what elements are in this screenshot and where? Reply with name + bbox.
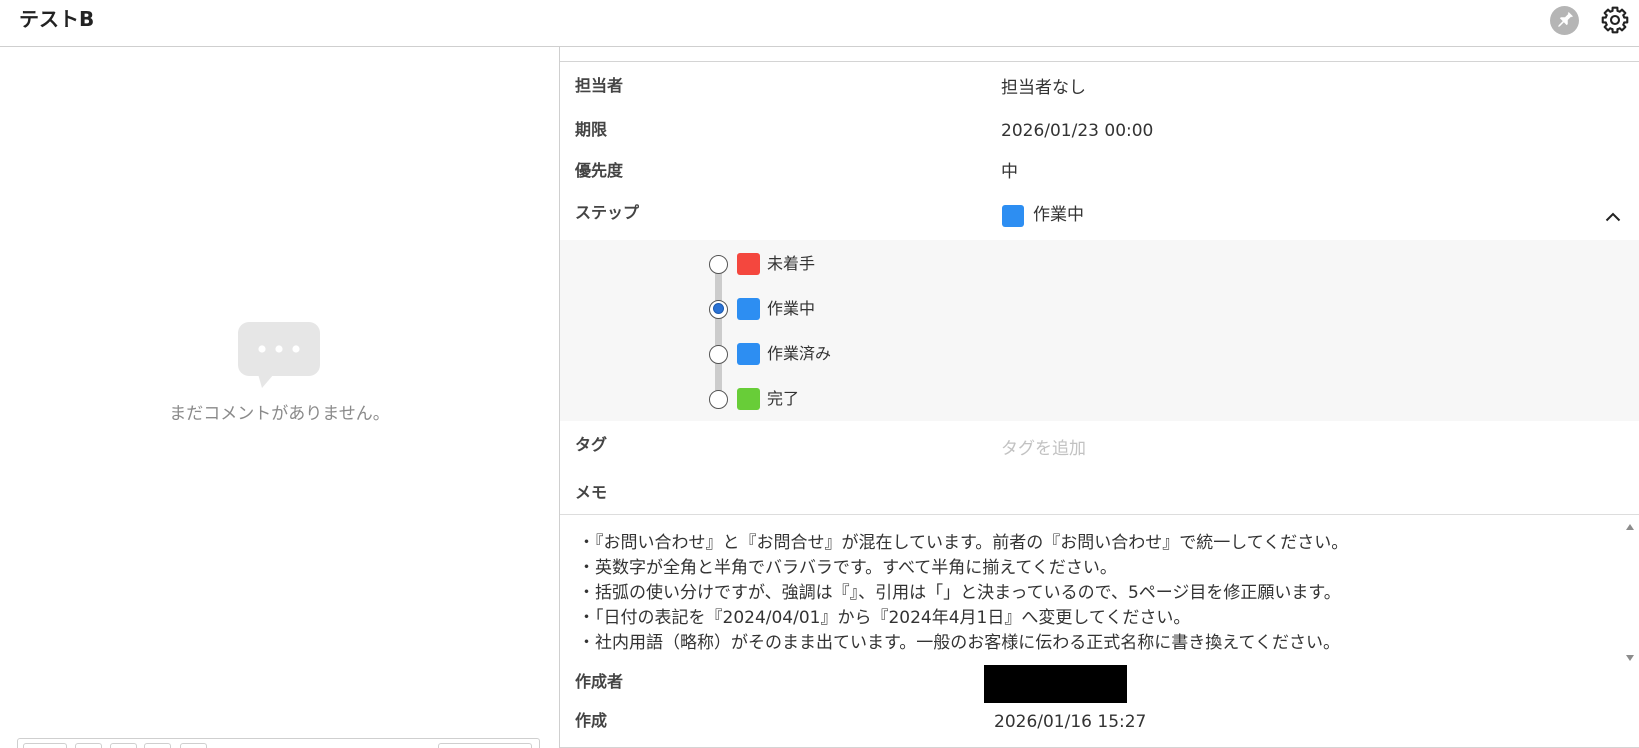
divider bbox=[560, 61, 1639, 62]
header: テストB bbox=[0, 0, 1639, 47]
memo-label: メモ bbox=[575, 483, 608, 502]
step-option-label: 作業済み bbox=[767, 344, 832, 363]
step-color-swatch bbox=[737, 298, 760, 320]
due-date-label: 期限 bbox=[575, 120, 608, 139]
tags-label: タグ bbox=[575, 435, 608, 454]
pin-icon bbox=[1550, 6, 1579, 35]
memo-line: ・『お問い合わせ』と『お問合せ』が混在しています。前者の『お問い合わせ』で統一し… bbox=[578, 533, 1349, 553]
scroll-down-arrow-icon[interactable] bbox=[1626, 655, 1634, 661]
comment-toolbar-button[interactable] bbox=[144, 743, 171, 748]
step-radio[interactable] bbox=[709, 299, 728, 319]
memo-line: ・括弧の使い分けですが、強調は『』、引用は「」と決まっているので、5ページ目を修… bbox=[578, 583, 1341, 603]
pin-button[interactable] bbox=[1550, 6, 1579, 35]
comment-composer-toolbar bbox=[17, 738, 540, 748]
current-step-value[interactable]: 作業中 bbox=[1033, 204, 1084, 226]
created-label: 作成 bbox=[575, 711, 608, 730]
comment-toolbar-button[interactable] bbox=[110, 743, 137, 748]
settings-button[interactable] bbox=[1601, 6, 1629, 34]
step-option-label: 作業中 bbox=[767, 299, 816, 318]
memo-line: ・英数字が全角と半角でバラバラです。すべて半角に揃えてください。 bbox=[578, 558, 1117, 578]
comment-submit-button[interactable] bbox=[438, 743, 532, 748]
tag-input[interactable] bbox=[1001, 437, 1401, 461]
comment-toolbar-button[interactable] bbox=[23, 743, 67, 748]
task-details-panel: 担当者 担当者なし 期限 2026/01/23 00:00 優先度 中 ステップ… bbox=[560, 47, 1639, 748]
gear-icon bbox=[1601, 6, 1629, 34]
step-option-not-started[interactable]: 未着手 bbox=[700, 249, 1000, 279]
step-track bbox=[715, 264, 722, 399]
due-date-value[interactable]: 2026/01/23 00:00 bbox=[1001, 120, 1153, 142]
empty-comments-message: まだコメントがありません。 bbox=[169, 404, 390, 424]
comments-panel: まだコメントがありません。 bbox=[0, 47, 560, 748]
step-option-label: 完了 bbox=[767, 389, 800, 408]
memo-textarea[interactable]: ・『お問い合わせ』と『お問合せ』が混在しています。前者の『お問い合わせ』で統一し… bbox=[560, 514, 1639, 664]
step-option-complete[interactable]: 完了 bbox=[700, 384, 1000, 414]
step-label: ステップ bbox=[575, 203, 640, 222]
priority-value[interactable]: 中 bbox=[1001, 161, 1018, 183]
step-radio[interactable] bbox=[709, 389, 728, 409]
step-options-panel: 未着手 作業中 作業済み 完了 bbox=[560, 240, 1639, 421]
comment-toolbar-button[interactable] bbox=[75, 743, 102, 748]
assignee-value[interactable]: 担当者なし bbox=[1001, 77, 1086, 99]
page-title: テストB bbox=[19, 7, 95, 31]
memo-line: ・社内用語（略称）がそのまま出ています。一般のお客様に伝わる正式名称に書き換えて… bbox=[578, 633, 1340, 653]
priority-label: 優先度 bbox=[575, 161, 624, 180]
assignee-label: 担当者 bbox=[575, 76, 624, 95]
memo-text: ・『お問い合わせ』と『お問合せ』が混在しています。前者の『お問い合わせ』で統一し… bbox=[578, 531, 1348, 656]
step-radio[interactable] bbox=[709, 254, 728, 274]
step-radio[interactable] bbox=[709, 344, 728, 364]
scroll-up-arrow-icon[interactable] bbox=[1626, 524, 1634, 530]
current-step-color-swatch bbox=[1002, 205, 1024, 227]
memo-line: ・「日付の表記を『2024/04/01』から『2024年4月1日』へ変更してくだ… bbox=[578, 608, 1191, 628]
step-color-swatch bbox=[737, 388, 760, 410]
created-value: 2026/01/16 15:27 bbox=[994, 712, 1147, 732]
step-option-label: 未着手 bbox=[767, 254, 816, 273]
step-option-work-done[interactable]: 作業済み bbox=[700, 339, 1000, 369]
creator-label: 作成者 bbox=[575, 672, 624, 691]
creator-redacted-value bbox=[984, 665, 1127, 703]
speech-bubble-icon bbox=[238, 322, 320, 388]
step-option-in-progress[interactable]: 作業中 bbox=[700, 294, 1000, 324]
comment-toolbar-button[interactable] bbox=[180, 743, 207, 748]
step-color-swatch bbox=[737, 343, 760, 365]
chevron-up-icon[interactable] bbox=[1605, 212, 1621, 222]
step-color-swatch bbox=[737, 253, 760, 275]
